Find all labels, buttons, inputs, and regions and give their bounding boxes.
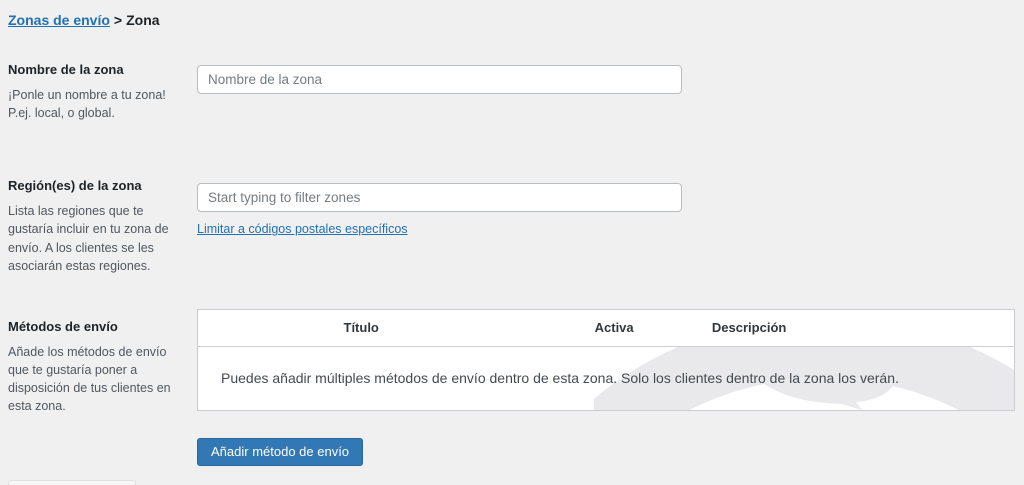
zone-name-title: Nombre de la zona xyxy=(8,62,181,77)
shipping-methods-description: Añade los métodos de envío que te gustar… xyxy=(8,343,181,416)
shipping-methods-label-column: Métodos de envío Añade los métodos de en… xyxy=(8,319,197,416)
zone-name-label-column: Nombre de la zona ¡Ponle un nombre a tu … xyxy=(8,62,197,122)
no-methods-message: Puedes añadir múltiples métodos de envío… xyxy=(198,347,1014,386)
breadcrumb: Zonas de envío>Zona xyxy=(8,10,1015,28)
add-shipping-method-button[interactable]: Añadir método de envío xyxy=(197,438,363,466)
save-changes-button[interactable]: Guardar cambios xyxy=(8,480,136,485)
breadcrumb-current-zone: Zona xyxy=(126,12,159,28)
zone-regions-description: Lista las regiones que te gustaría inclu… xyxy=(8,202,181,275)
column-header-activa: Activa xyxy=(524,320,704,335)
column-header-titulo: Título xyxy=(198,320,524,335)
zone-regions-title: Región(es) de la zona xyxy=(8,178,181,193)
breadcrumb-link-shipping-zones[interactable]: Zonas de envío xyxy=(8,12,110,28)
shipping-methods-title: Métodos de envío xyxy=(8,319,181,334)
shipping-zone-settings-page: Zonas de envío>Zona Nombre de la zona ¡P… xyxy=(0,0,1024,466)
zone-regions-row: Región(es) de la zona Lista las regiones… xyxy=(8,178,1015,275)
zone-name-field-column xyxy=(197,62,1015,94)
shipping-methods-table-header: Título Activa Descripción xyxy=(198,310,1014,347)
breadcrumb-separator: > xyxy=(114,12,122,28)
shipping-methods-table-body: Puedes añadir múltiples métodos de envío… xyxy=(198,347,1014,410)
zone-regions-label-column: Región(es) de la zona Lista las regiones… xyxy=(8,178,197,275)
shipping-methods-table-column: Título Activa Descripción Puedes añadir … xyxy=(197,319,1015,466)
zone-name-row: Nombre de la zona ¡Ponle un nombre a tu … xyxy=(8,62,1015,122)
shipping-methods-table: Título Activa Descripción Puedes añadir … xyxy=(197,309,1015,411)
zone-name-input[interactable] xyxy=(197,65,682,94)
zone-regions-filter-input[interactable] xyxy=(197,183,682,212)
limit-postcodes-link[interactable]: Limitar a códigos postales específicos xyxy=(197,222,408,236)
zone-regions-field-column: Limitar a códigos postales específicos xyxy=(197,178,1015,238)
column-header-descripcion: Descripción xyxy=(704,320,1014,335)
shipping-methods-row: Métodos de envío Añade los métodos de en… xyxy=(8,319,1015,466)
zone-name-description: ¡Ponle un nombre a tu zona! P.ej. local,… xyxy=(8,86,181,122)
